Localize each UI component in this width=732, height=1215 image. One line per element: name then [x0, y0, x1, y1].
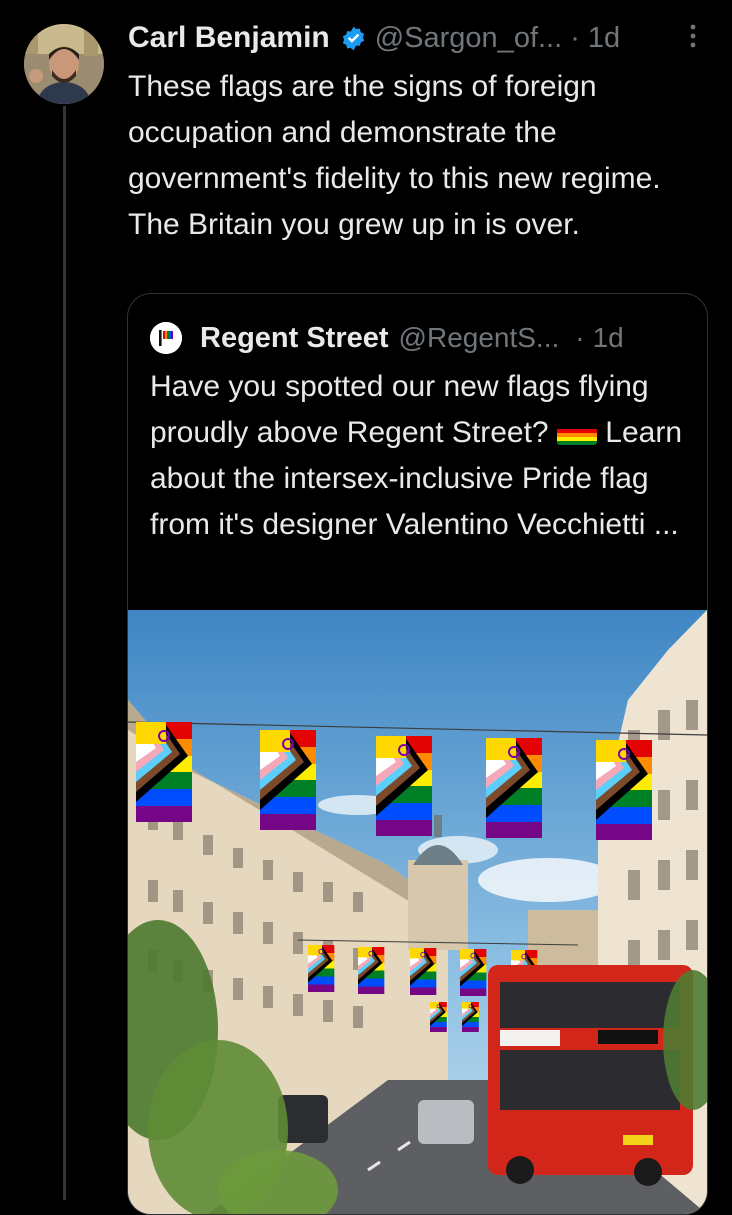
quoted-author-name[interactable]: Regent Street — [200, 322, 389, 355]
avatar[interactable] — [24, 24, 104, 104]
regent-street-logo — [150, 322, 182, 354]
quoted-tweet[interactable]: Regent Street @RegentS... · 1d Have you … — [127, 293, 708, 1215]
quoted-tweet-image[interactable] — [128, 610, 707, 1214]
thread-connector-line — [63, 106, 66, 1200]
tweet-text: These flags are the signs of foreign occ… — [128, 70, 661, 241]
more-options-icon[interactable] — [678, 21, 708, 51]
regent-street-photo — [128, 610, 707, 1214]
author-handle[interactable]: @Sargon_of... — [375, 22, 562, 55]
quoted-tweet-text: Have you spotted our new flags flying pr… — [150, 364, 700, 548]
tweet[interactable]: Carl Benjamin @Sargon_of... · 1d These f… — [128, 14, 708, 248]
quoted-tweet-header: Regent Street @RegentS... · 1d — [150, 318, 690, 358]
tweet-header: Carl Benjamin @Sargon_of... · 1d — [128, 14, 708, 62]
quoted-author-handle[interactable]: @RegentS... — [399, 322, 560, 354]
separator-dot: · — [575, 322, 585, 353]
avatar-photo — [24, 24, 104, 104]
quoted-timestamp[interactable]: 1d — [593, 322, 624, 354]
separator-dot: · — [570, 21, 580, 54]
rainbow-flag-emoji-icon — [556, 421, 597, 445]
tweet-timestamp[interactable]: 1d — [588, 22, 620, 55]
author-name[interactable]: Carl Benjamin — [128, 21, 330, 55]
verified-badge-icon — [342, 26, 364, 50]
